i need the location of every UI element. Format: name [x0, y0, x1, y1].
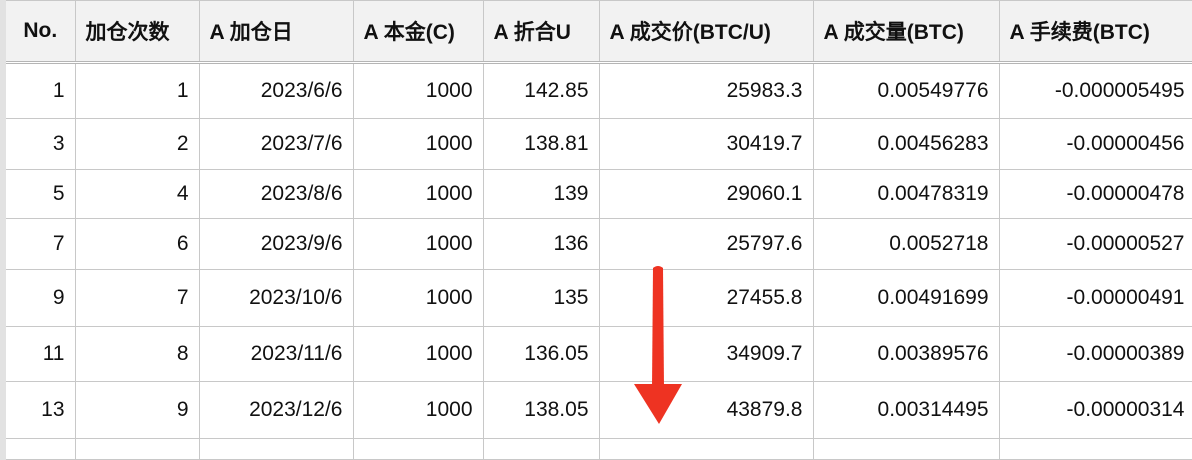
cell-fee[interactable]: -0.00000456 — [998, 118, 1192, 170]
cell-no[interactable]: 5 — [0, 169, 76, 219]
cell-fill-volume[interactable]: 0.0052718 — [812, 218, 1000, 270]
cell-add-count[interactable]: 4 — [74, 169, 200, 219]
column-header-add-count[interactable]: 加仓次数 — [74, 0, 200, 64]
cell-principal[interactable]: 1000 — [352, 326, 484, 382]
cell-fee[interactable]: -0.000005495 — [998, 62, 1192, 119]
cell-empty[interactable] — [0, 438, 76, 460]
table-row: 11 8 2023/11/6 1000 136.05 34909.7 0.003… — [0, 326, 1192, 382]
cell-no[interactable]: 11 — [0, 326, 76, 382]
table-row: 7 6 2023/9/6 1000 136 25797.6 0.0052718 … — [0, 218, 1192, 270]
cell-usdt-equivalent[interactable]: 136 — [482, 218, 600, 270]
cell-usdt-equivalent[interactable]: 138.05 — [482, 381, 600, 439]
cell-add-count[interactable]: 2 — [74, 118, 200, 170]
cell-empty[interactable] — [198, 438, 354, 460]
column-header-fee[interactable]: A 手续费(BTC) — [998, 0, 1192, 64]
data-table: No. 加仓次数 A 加仓日 A 本金(C) A 折合U A 成交价(BTC/U… — [0, 0, 1192, 460]
cell-usdt-equivalent[interactable]: 139 — [482, 169, 600, 219]
cell-principal[interactable]: 1000 — [352, 269, 484, 327]
table-row: 9 7 2023/10/6 1000 135 27455.8 0.0049169… — [0, 269, 1192, 327]
cell-empty[interactable] — [598, 438, 814, 460]
cell-fee[interactable]: -0.00000478 — [998, 169, 1192, 219]
column-header-fill-price[interactable]: A 成交价(BTC/U) — [598, 0, 814, 64]
cell-no[interactable]: 1 — [0, 62, 76, 119]
cell-usdt-equivalent[interactable]: 142.85 — [482, 62, 600, 119]
cell-add-date[interactable]: 2023/8/6 — [198, 169, 354, 219]
cell-fill-volume[interactable]: 0.00314495 — [812, 381, 1000, 439]
table-row: 13 9 2023/12/6 1000 138.05 43879.8 0.003… — [0, 381, 1192, 439]
cell-add-date[interactable]: 2023/12/6 — [198, 381, 354, 439]
cell-add-count[interactable]: 8 — [74, 326, 200, 382]
cell-fill-price[interactable]: 27455.8 — [598, 269, 814, 327]
cell-fill-price[interactable]: 29060.1 — [598, 169, 814, 219]
cell-fee[interactable]: -0.00000389 — [998, 326, 1192, 382]
cell-add-count[interactable]: 1 — [74, 62, 200, 119]
cell-principal[interactable]: 1000 — [352, 118, 484, 170]
spreadsheet: No. 加仓次数 A 加仓日 A 本金(C) A 折合U A 成交价(BTC/U… — [0, 0, 1192, 460]
cell-fill-price[interactable]: 30419.7 — [598, 118, 814, 170]
cell-empty[interactable] — [74, 438, 200, 460]
cell-no[interactable]: 13 — [0, 381, 76, 439]
table-row: 1 1 2023/6/6 1000 142.85 25983.3 0.00549… — [0, 62, 1192, 119]
cell-fill-volume[interactable]: 0.00389576 — [812, 326, 1000, 382]
table-row: 5 4 2023/8/6 1000 139 29060.1 0.00478319… — [0, 169, 1192, 219]
cell-principal[interactable]: 1000 — [352, 381, 484, 439]
column-header-principal[interactable]: A 本金(C) — [352, 0, 484, 64]
cell-fee[interactable]: -0.00000527 — [998, 218, 1192, 270]
cell-empty[interactable] — [998, 438, 1192, 460]
cell-fill-volume[interactable]: 0.00478319 — [812, 169, 1000, 219]
cell-add-count[interactable]: 7 — [74, 269, 200, 327]
table-row: 3 2 2023/7/6 1000 138.81 30419.7 0.00456… — [0, 118, 1192, 170]
cell-empty[interactable] — [352, 438, 484, 460]
cell-fill-price[interactable]: 43879.8 — [598, 381, 814, 439]
cell-add-count[interactable]: 9 — [74, 381, 200, 439]
cell-fill-volume[interactable]: 0.00491699 — [812, 269, 1000, 327]
cell-no[interactable]: 7 — [0, 218, 76, 270]
cell-fill-price[interactable]: 34909.7 — [598, 326, 814, 382]
cell-empty[interactable] — [482, 438, 600, 460]
cell-usdt-equivalent[interactable]: 138.81 — [482, 118, 600, 170]
cell-add-date[interactable]: 2023/9/6 — [198, 218, 354, 270]
column-header-usdt-equivalent[interactable]: A 折合U — [482, 0, 600, 64]
cell-fee[interactable]: -0.00000491 — [998, 269, 1192, 327]
cell-add-date[interactable]: 2023/7/6 — [198, 118, 354, 170]
cell-fill-price[interactable]: 25797.6 — [598, 218, 814, 270]
cell-fill-price[interactable]: 25983.3 — [598, 62, 814, 119]
cell-no[interactable]: 9 — [0, 269, 76, 327]
cell-principal[interactable]: 1000 — [352, 169, 484, 219]
cell-principal[interactable]: 1000 — [352, 218, 484, 270]
cell-add-date[interactable]: 2023/6/6 — [198, 62, 354, 119]
column-header-add-date[interactable]: A 加仓日 — [198, 0, 354, 64]
cell-usdt-equivalent[interactable]: 136.05 — [482, 326, 600, 382]
table-row-empty — [0, 438, 1192, 460]
cell-fee[interactable]: -0.00000314 — [998, 381, 1192, 439]
cell-no[interactable]: 3 — [0, 118, 76, 170]
cell-principal[interactable]: 1000 — [352, 62, 484, 119]
header-row: No. 加仓次数 A 加仓日 A 本金(C) A 折合U A 成交价(BTC/U… — [0, 0, 1192, 64]
cell-fill-volume[interactable]: 0.00549776 — [812, 62, 1000, 119]
cell-add-count[interactable]: 6 — [74, 218, 200, 270]
column-header-no[interactable]: No. — [0, 0, 76, 64]
cell-empty[interactable] — [812, 438, 1000, 460]
cell-add-date[interactable]: 2023/11/6 — [198, 326, 354, 382]
cell-add-date[interactable]: 2023/10/6 — [198, 269, 354, 327]
column-header-fill-volume[interactable]: A 成交量(BTC) — [812, 0, 1000, 64]
cell-fill-volume[interactable]: 0.00456283 — [812, 118, 1000, 170]
cell-usdt-equivalent[interactable]: 135 — [482, 269, 600, 327]
